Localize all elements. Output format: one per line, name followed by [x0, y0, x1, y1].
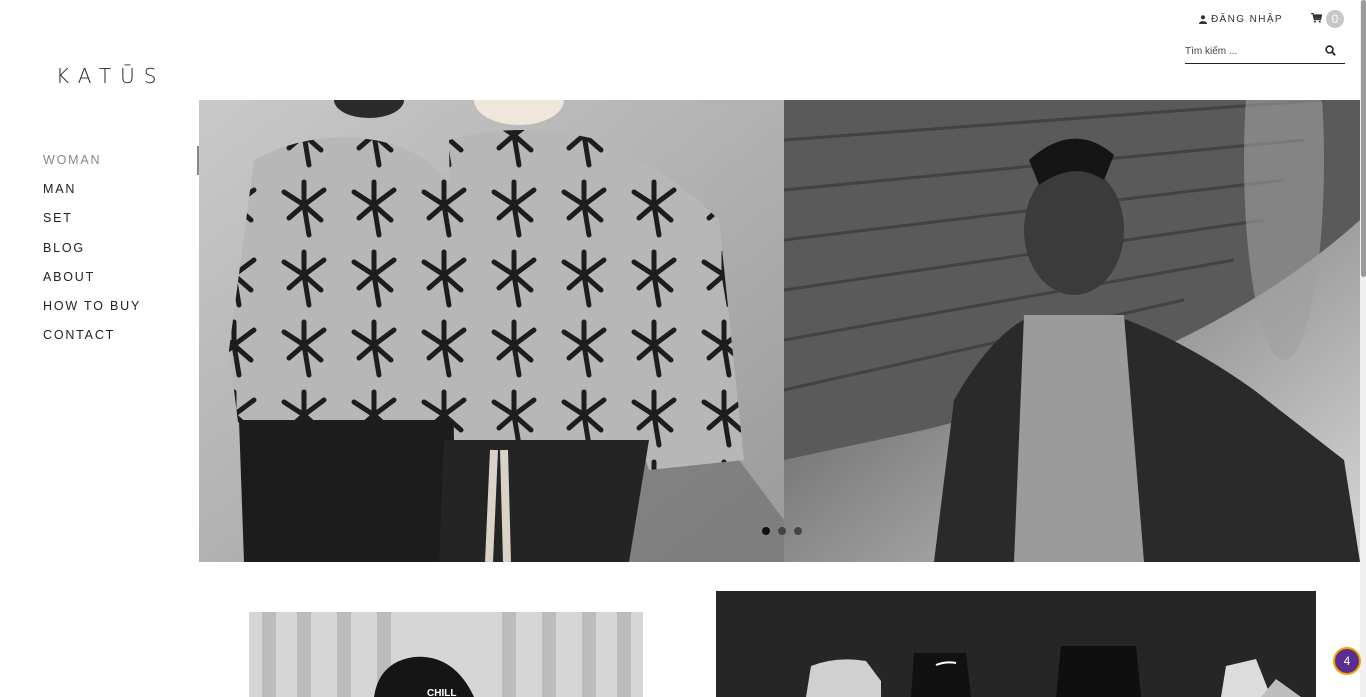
slider-dots: [762, 527, 802, 535]
slider-dot-3[interactable]: [794, 527, 802, 535]
nav-item-contact[interactable]: CONTACT: [43, 327, 141, 356]
nav-item-blog[interactable]: BLOG: [43, 240, 141, 269]
nav-item-set[interactable]: SET: [43, 210, 141, 239]
search-input[interactable]: [1185, 41, 1305, 62]
search-button[interactable]: [1315, 42, 1345, 62]
scrollbar-thumb[interactable]: [1361, 0, 1366, 277]
cart-count-badge: 0: [1326, 10, 1344, 28]
hero-image-man-portrait: [783, 100, 1360, 562]
search-bar: [1185, 40, 1345, 64]
top-bar: ĐĂNG NHẬP 0: [1198, 10, 1344, 28]
nav-item-how-to-buy[interactable]: HOW TO BUY: [43, 298, 141, 327]
hero-slider[interactable]: [199, 100, 1360, 562]
promo-image-sneakers[interactable]: [716, 591, 1316, 697]
promo-image-beanie[interactable]: CHILL: [249, 612, 643, 697]
nav-item-woman[interactable]: WOMAN: [43, 152, 141, 181]
hero-image-palm-sweaters: [199, 100, 784, 562]
user-icon: [1198, 14, 1207, 24]
login-link[interactable]: ĐĂNG NHẬP: [1198, 13, 1283, 25]
svg-text:CHILL: CHILL: [427, 688, 456, 697]
notification-badge[interactable]: 4: [1333, 647, 1361, 675]
page-scrollbar[interactable]: [1360, 0, 1366, 697]
slider-dot-2[interactable]: [778, 527, 786, 535]
nav-item-man[interactable]: MAN: [43, 181, 141, 210]
cart-icon: [1311, 10, 1323, 28]
site-logo[interactable]: KATŪS: [56, 64, 165, 88]
slider-dot-1[interactable]: [762, 527, 770, 535]
page: ĐĂNG NHẬP 0 KATŪS WOMAN MAN SET BLOG ABO…: [0, 0, 1366, 697]
nav-item-about[interactable]: ABOUT: [43, 269, 141, 298]
login-label: ĐĂNG NHẬP: [1210, 13, 1283, 25]
main-nav: WOMAN MAN SET BLOG ABOUT HOW TO BUY CONT…: [43, 152, 141, 356]
search-icon: [1324, 43, 1336, 61]
cart-button[interactable]: 0: [1311, 10, 1344, 28]
